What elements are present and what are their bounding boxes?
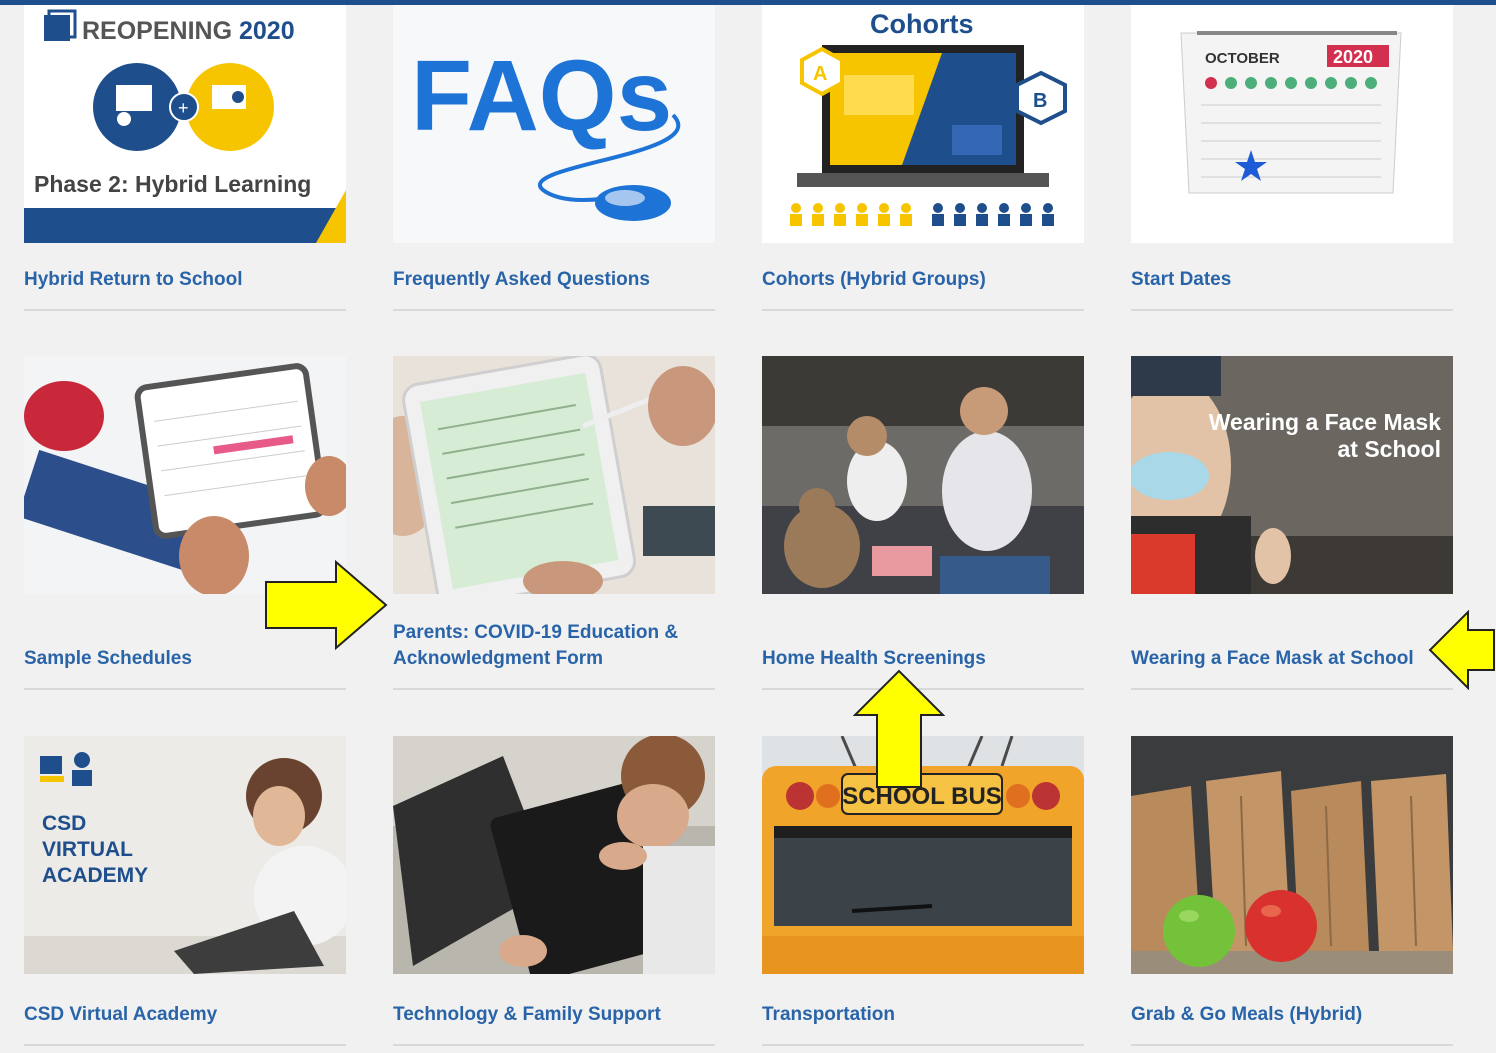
cohorts-image[interactable]: Cohorts A B — [762, 5, 1084, 243]
link-cohorts[interactable]: Cohorts (Hybrid Groups) — [762, 267, 1084, 293]
divider — [393, 1044, 715, 1046]
tile-cohorts[interactable]: Cohorts A B Cohorts (Hybrid Groups) — [762, 5, 1084, 315]
divider — [24, 309, 346, 311]
svg-text:ACADEMY: ACADEMY — [42, 864, 148, 887]
svg-text:at School: at School — [1337, 436, 1441, 462]
link-tech-support[interactable]: Technology & Family Support — [393, 1002, 715, 1028]
svg-text:Wearing a Face Mask: Wearing a Face Mask — [1209, 409, 1441, 435]
link-hybrid-return[interactable]: Hybrid Return to School — [24, 267, 346, 293]
svg-text:2020: 2020 — [1333, 47, 1373, 67]
divider — [1131, 1044, 1453, 1046]
divider — [762, 309, 1084, 311]
svg-text:B: B — [1033, 90, 1047, 112]
link-transportation[interactable]: Transportation — [762, 1002, 1084, 1028]
svg-text:A: A — [813, 63, 827, 85]
lunch-bags-image[interactable] — [1131, 736, 1453, 974]
svg-text:+: + — [178, 98, 189, 118]
link-covid-form-line2[interactable]: Acknowledgment Form — [393, 646, 715, 672]
svg-text:Cohorts: Cohorts — [870, 9, 974, 39]
link-start-dates[interactable]: Start Dates — [1131, 267, 1453, 293]
tile-hybrid-return[interactable]: REOPENING 2020 + Phase 2: Hybrid Learnin… — [24, 5, 346, 315]
tablet-form-image[interactable] — [393, 356, 715, 594]
divider — [24, 688, 346, 690]
link-face-mask[interactable]: Wearing a Face Mask at School — [1131, 646, 1453, 672]
svg-text:Phase 2: Hybrid Learning: Phase 2: Hybrid Learning — [34, 171, 311, 197]
tile-home-health[interactable]: Home Health Screenings — [762, 356, 1084, 692]
technology-image[interactable] — [393, 736, 715, 974]
divider — [1131, 309, 1453, 311]
calendar-image[interactable]: OCTOBER 2020 — [1131, 5, 1453, 243]
tile-faqs[interactable]: FAQs Frequently Asked Questions — [393, 5, 715, 315]
divider — [762, 1044, 1084, 1046]
divider — [1131, 688, 1453, 690]
svg-text:CSD: CSD — [42, 812, 86, 835]
divider — [393, 688, 715, 690]
tile-face-mask[interactable]: Wearing a Face Mask at School Wearing a … — [1131, 356, 1453, 692]
svg-text:OCTOBER: OCTOBER — [1205, 50, 1280, 67]
svg-text:VIRTUAL: VIRTUAL — [42, 838, 133, 861]
tile-start-dates[interactable]: OCTOBER 2020 Start Dates — [1131, 5, 1453, 315]
divider — [24, 1044, 346, 1046]
hybrid-learning-image[interactable]: REOPENING 2020 + Phase 2: Hybrid Learnin… — [24, 5, 346, 243]
faqs-image[interactable]: FAQs — [393, 5, 715, 243]
arrow-up-icon — [853, 669, 945, 789]
link-faqs[interactable]: Frequently Asked Questions — [393, 267, 715, 293]
tile-grab-go[interactable]: Grab & Go Meals (Hybrid) — [1131, 736, 1453, 1053]
virtual-academy-image[interactable]: CSD VIRTUAL ACADEMY — [24, 736, 346, 974]
arrow-right-icon — [262, 560, 390, 650]
tile-tech-support[interactable]: Technology & Family Support — [393, 736, 715, 1053]
link-virtual-academy[interactable]: CSD Virtual Academy — [24, 1002, 346, 1028]
face-mask-image[interactable]: Wearing a Face Mask at School — [1131, 356, 1453, 594]
link-grab-go[interactable]: Grab & Go Meals (Hybrid) — [1131, 1002, 1453, 1028]
link-covid-form[interactable]: Parents: COVID-19 Education & Acknowledg… — [393, 620, 715, 672]
health-screening-image[interactable] — [762, 356, 1084, 594]
arrow-left-icon — [1428, 610, 1496, 690]
svg-text:REOPENING 2020: REOPENING 2020 — [82, 17, 295, 45]
link-covid-form-line1[interactable]: Parents: COVID-19 Education & — [393, 620, 715, 646]
svg-text:FAQs: FAQs — [411, 40, 672, 152]
tile-virtual-academy[interactable]: CSD VIRTUAL ACADEMY CSD Virtual Academy — [24, 736, 346, 1053]
tablet-schedule-image[interactable] — [24, 356, 346, 594]
tile-covid-form[interactable]: Parents: COVID-19 Education & Acknowledg… — [393, 356, 715, 692]
divider — [393, 309, 715, 311]
